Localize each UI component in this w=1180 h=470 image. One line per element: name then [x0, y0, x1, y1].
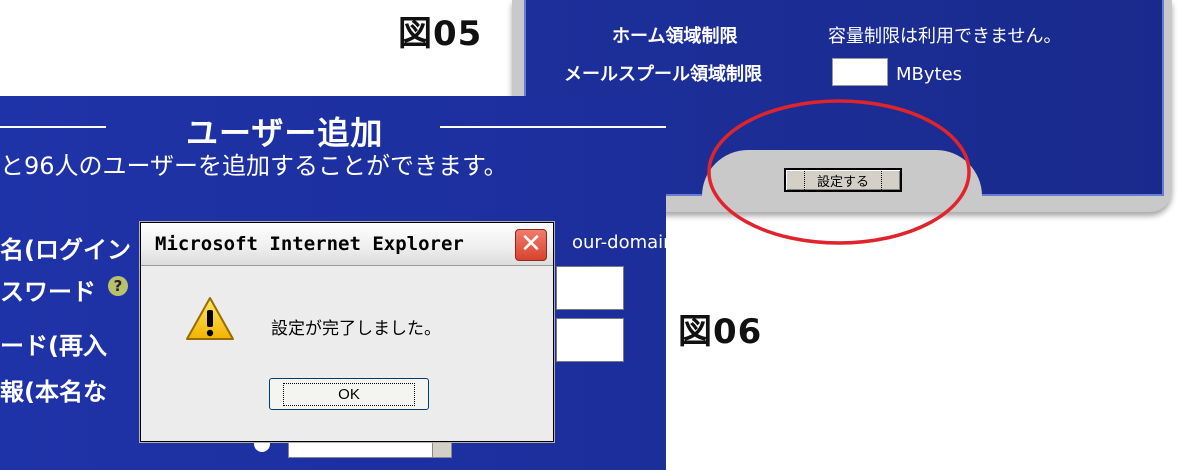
password-confirm-input[interactable]	[556, 318, 624, 362]
username-label: 名(ログイン	[0, 236, 131, 264]
password-confirm-label: ード(再入	[0, 332, 107, 360]
warning-icon	[186, 297, 234, 340]
dialog-titlebar[interactable]: Microsoft Internet Explorer ✕	[141, 223, 553, 266]
home-quota-value: 容量制限は利用できません。	[828, 26, 1062, 47]
password-input[interactable]	[556, 266, 624, 310]
user-capacity-text: と96人のユーザーを追加することができます。	[0, 152, 508, 180]
mail-spool-quota-input[interactable]	[832, 58, 888, 86]
help-icon[interactable]: ?	[108, 276, 128, 296]
close-icon[interactable]: ✕	[515, 229, 547, 261]
mail-spool-unit: MBytes	[896, 64, 963, 85]
figure-label-05: 図05	[398, 14, 483, 54]
dialog-body: 設定が完了しました。 OK	[141, 266, 553, 441]
title-rule-left	[0, 126, 106, 128]
home-quota-label: ホーム領域制限	[612, 26, 738, 47]
message-dialog: Microsoft Internet Explorer ✕ 設定が完了しました。…	[140, 222, 554, 442]
domain-text: our-domain	[572, 232, 666, 253]
dialog-message: 設定が完了しました。	[271, 319, 441, 339]
figure-label-06: 図06	[678, 312, 763, 352]
mail-spool-quota-label: メールスプール領域制限	[564, 64, 762, 85]
title-rule-right	[440, 126, 666, 128]
highlight-circle	[707, 99, 971, 245]
ok-button[interactable]: OK	[269, 378, 429, 410]
user-info-label: 報(本名な	[0, 378, 107, 406]
password-label: スワード	[0, 278, 96, 306]
ok-button-label: OK	[283, 382, 415, 406]
dialog-title: Microsoft Internet Explorer	[155, 233, 464, 255]
